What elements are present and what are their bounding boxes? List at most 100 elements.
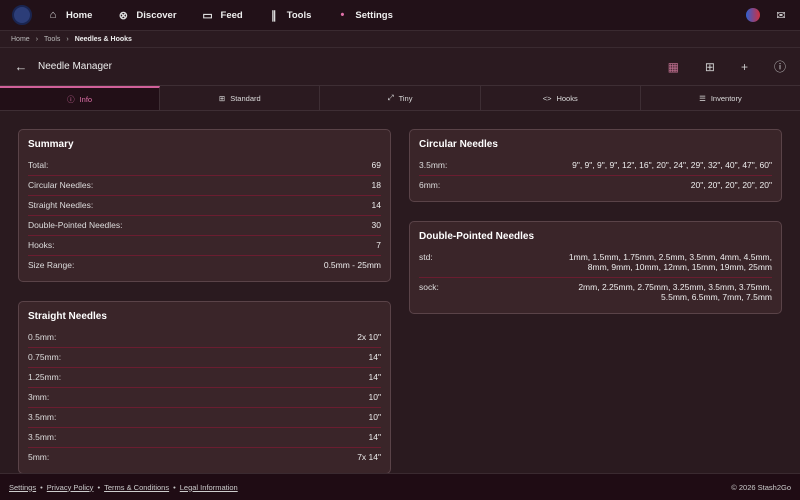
info-icon: ⓘ	[67, 94, 75, 104]
card-title: Double-Pointed Needles	[419, 231, 535, 242]
footer-privacy-link[interactable]: Privacy Policy	[47, 483, 94, 492]
row-value: 14"	[369, 352, 381, 362]
row-value-line: 14	[371, 200, 381, 210]
row-value: 69	[372, 160, 381, 170]
tab-label: Hooks	[556, 93, 578, 103]
needles-icon: ∥	[270, 9, 277, 22]
chevron-right-icon: ›	[66, 35, 69, 43]
row-label: 5mm:	[28, 452, 50, 462]
info-row: Straight Needles: 14	[28, 196, 381, 216]
footer-legal-link[interactable]: Legal Information	[180, 483, 238, 492]
row-value: 10"	[369, 392, 381, 402]
tab-label: Standard	[230, 93, 261, 103]
add-icon[interactable]: +	[741, 60, 748, 74]
expand-icon: ⤢	[387, 93, 394, 102]
tab-inventory[interactable]: ☰ Inventory	[640, 86, 800, 111]
row-label: 0.5mm:	[28, 332, 57, 342]
tab-hooks[interactable]: <> Hooks	[480, 86, 641, 111]
info-row: std: 1mm, 1.5mm, 1.75mm, 2.5mm, 3.5mm, 4m…	[419, 248, 772, 278]
info-row: 0.75mm: 14"	[28, 348, 381, 368]
grid-icon[interactable]: ⊞	[705, 60, 715, 74]
info-row: 0.5mm: 2x 10"	[28, 328, 381, 348]
tab-standard[interactable]: ⊞ Standard	[160, 86, 321, 111]
mail-icon[interactable]: ✉	[774, 8, 788, 22]
card-title: Summary	[28, 139, 74, 150]
feed-icon: ▭	[202, 9, 213, 22]
row-label: Double-Pointed Needles:	[28, 220, 123, 230]
nav-home[interactable]: ⌂ Home	[46, 8, 93, 22]
breadcrumb-current: Needles & Hooks	[74, 35, 132, 43]
nav-settings[interactable]: • Settings	[335, 8, 392, 22]
row-value-line: 5.5mm, 6.5mm, 7mm, 7.5mm	[661, 292, 772, 302]
row-label: Size Range:	[28, 260, 75, 270]
row-value: 14"	[369, 432, 381, 442]
summary-card: Summary Total: 69 Circular Needles: 18 Strai…	[18, 129, 391, 282]
chevron-right-icon: ›	[35, 35, 39, 43]
row-label: 3mm:	[28, 392, 50, 402]
info-row: 3.5mm: 14"	[28, 428, 381, 448]
card-title: Circular Needles	[419, 139, 498, 150]
footer-settings-link[interactable]: Settings	[9, 483, 36, 492]
info-row: Circular Needles: 18	[28, 176, 381, 196]
row-label: 3.5mm:	[28, 412, 57, 422]
row-value-line: 14"	[368, 432, 381, 442]
row-value-line: 1mm, 1.5mm, 1.75mm, 2.5mm, 3.5mm, 4mm, 4…	[568, 252, 772, 262]
row-label: std:	[419, 252, 433, 262]
nav-discover[interactable]: ⊗ Discover	[116, 8, 177, 22]
info-row: 3.5mm: 9", 9", 9", 9", 12", 16", 20", 24"…	[419, 156, 772, 176]
list-icon: ☰	[699, 93, 706, 103]
row-value: 2mm, 2.25mm, 2.75mm, 3.25mm, 3.5mm, 3.75…	[578, 282, 772, 302]
footer-terms-link[interactable]: Terms & Conditions	[104, 483, 169, 492]
page-header: ← Needle Manager ▦ ⊞ + ⓘ	[0, 48, 800, 85]
back-arrow-icon[interactable]: ←	[14, 59, 28, 74]
info-row: 5mm: 7x 14"	[28, 448, 381, 467]
tab-info[interactable]: ⓘ Info	[0, 86, 161, 111]
row-value-line: 9", 9", 9", 9", 12", 16", 20", 24", 29",…	[572, 160, 772, 170]
info-icon[interactable]: ⓘ	[774, 58, 786, 75]
nav-label: Settings	[355, 9, 393, 21]
row-label: 1.25mm:	[28, 372, 62, 382]
circular-needles-card: Circular Needles 3.5mm: 9", 9", 9", 9", 1…	[409, 129, 782, 202]
info-row: Total: 69	[28, 156, 381, 176]
row-value-line: 7x 14"	[357, 452, 381, 462]
row-value: 18	[372, 180, 381, 190]
row-value-line: 10"	[368, 392, 381, 402]
row-value: 7	[376, 240, 381, 250]
content-scroll[interactable]: Summary Total: 69 Circular Needles: 18 Strai…	[0, 111, 800, 473]
nav-tools[interactable]: ∥ Tools	[267, 8, 311, 22]
page-title: Needle Manager	[38, 61, 112, 72]
row-label: Hooks:	[28, 240, 55, 250]
avatar[interactable]	[746, 8, 760, 22]
home-icon: ⌂	[49, 9, 57, 21]
row-label: 3.5mm:	[28, 432, 57, 442]
row-label: Straight Needles:	[28, 200, 94, 210]
row-value-line: 2x 10"	[357, 332, 381, 342]
straight-needles-card: Straight Needles 0.5mm: 2x 10" 0.75mm: 14" 1…	[18, 301, 391, 473]
row-value: 14	[372, 200, 381, 210]
row-value: 10"	[369, 412, 381, 422]
row-value-line: 7	[376, 240, 381, 250]
row-value-line: 2mm, 2.25mm, 2.75mm, 3.25mm, 3.5mm, 3.75…	[578, 282, 772, 292]
row-value: 7x 14"	[357, 452, 381, 462]
footer: Settings • Privacy Policy • Terms & Condit…	[0, 473, 800, 500]
row-value-line: 10"	[368, 412, 381, 422]
separator: •	[40, 482, 43, 492]
card-title: Straight Needles	[28, 311, 107, 322]
row-value-line: 14"	[368, 352, 381, 362]
separator: •	[97, 482, 101, 492]
breadcrumb-tools[interactable]: Tools	[44, 36, 60, 43]
info-row: 3.5mm: 10"	[28, 408, 381, 428]
nav-feed[interactable]: ▭ Feed	[201, 8, 243, 22]
app-logo[interactable]	[12, 5, 32, 25]
tab-label: Tiny	[398, 93, 413, 103]
tab-tiny[interactable]: ⤢ Tiny	[320, 86, 481, 111]
grid-icon: ⊞	[218, 93, 226, 103]
tab-label: Inventory	[710, 93, 742, 103]
nav-label: Feed	[220, 9, 243, 21]
breadcrumb-home[interactable]: Home	[11, 36, 30, 43]
info-row: Size Range: 0.5mm - 25mm	[28, 256, 381, 275]
breadcrumb: Home › Tools › Needles & Hooks	[0, 31, 800, 48]
settings-icon: •	[340, 9, 345, 21]
tab-bar: ⓘ Info ⊞ Standard ⤢ Tiny <> Hooks ☰ Inventory	[0, 85, 800, 111]
calculator-icon[interactable]: ▦	[668, 60, 679, 74]
